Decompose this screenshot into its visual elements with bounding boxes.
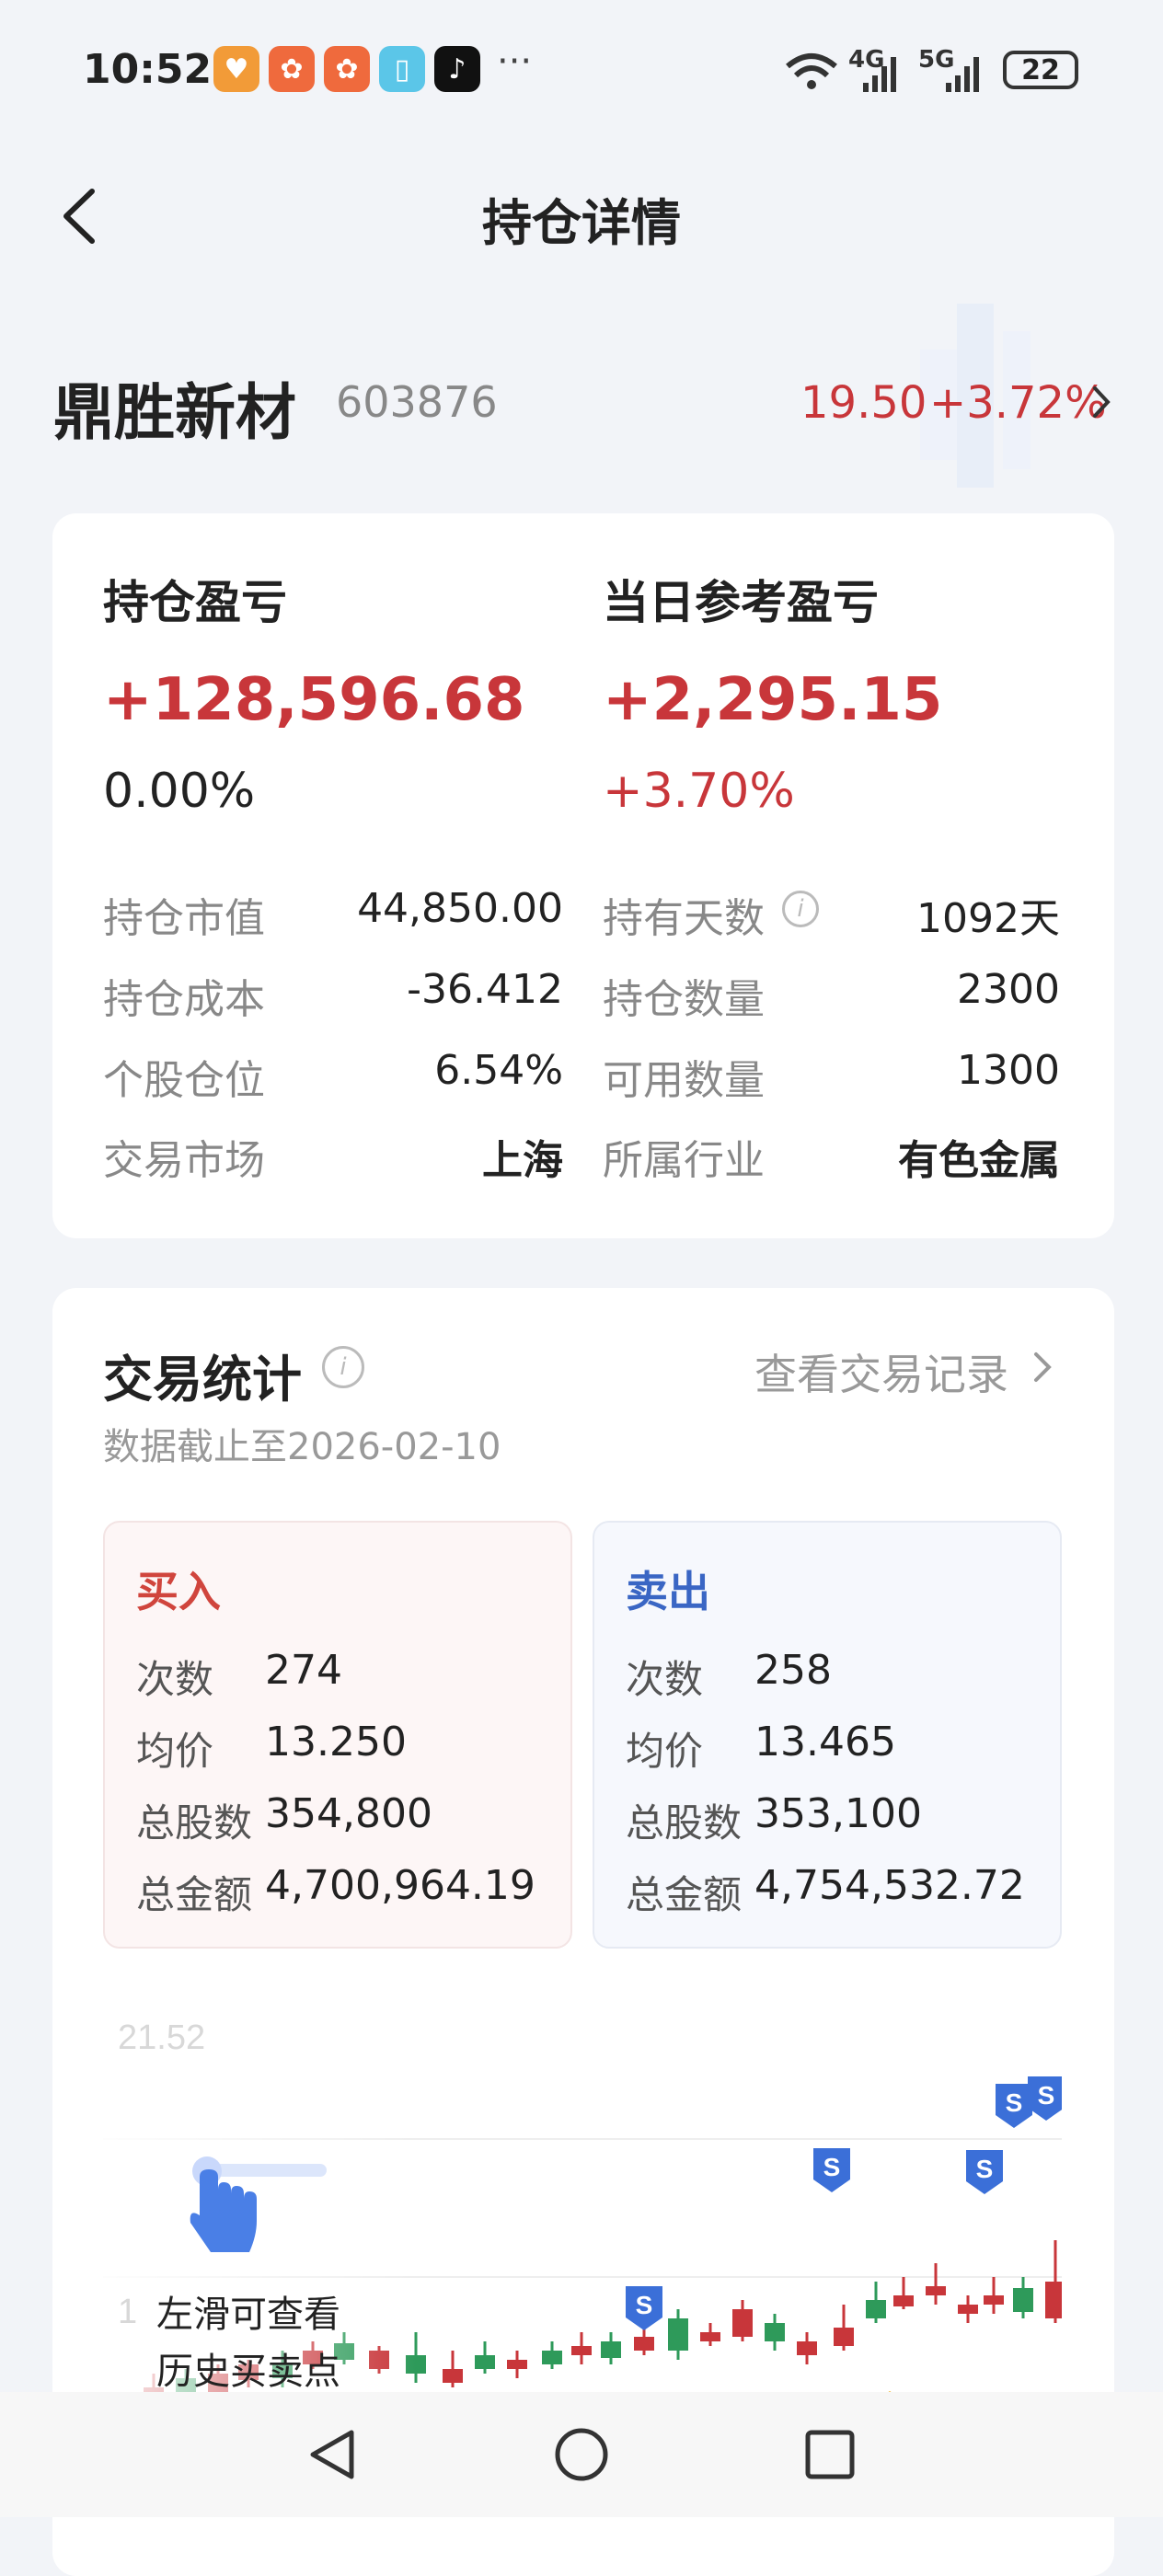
stock-code: 603876 <box>336 377 498 427</box>
daily-pl-value: +2,295.15 <box>603 666 943 734</box>
swipe-hint-text: 左滑可查看 历史买卖点 <box>156 2286 340 2400</box>
candle-body <box>668 2318 688 2351</box>
info-icon[interactable]: i <box>782 891 819 927</box>
marker-letter: S <box>976 2155 994 2183</box>
candle-body <box>926 2286 946 2295</box>
status-bar: 10:52 ♥ ✿ ✿ ▯ ♪ ··· 4G 5G 22 <box>0 0 1163 147</box>
holding-qty-value: 2300 <box>957 966 1060 1013</box>
available-qty-value: 1300 <box>957 1047 1060 1094</box>
position-ratio-label: 个股仓位 <box>103 1057 265 1104</box>
buy-shares-value: 354,800 <box>265 1790 432 1837</box>
sell-avg-label: 均价 <box>626 1729 704 1774</box>
stock-name[interactable]: 鼎胜新材 <box>53 363 296 452</box>
holding-pl-value: +128,596.68 <box>103 666 525 734</box>
candle-body <box>634 2337 654 2351</box>
candle-body <box>1013 2288 1033 2312</box>
available-qty-label: 可用数量 <box>603 1057 765 1104</box>
holding-pl-pct: 0.00% <box>103 764 256 819</box>
holding-pl-label: 持仓盈亏 <box>103 576 287 629</box>
app-grid-icon-2: ✿ <box>324 46 370 92</box>
candle-body <box>475 2355 495 2369</box>
market-value-label: 持仓市值 <box>103 895 265 942</box>
signal-5g-icon <box>946 57 979 92</box>
candle-body <box>507 2360 527 2369</box>
status-time: 10:52 <box>83 46 213 93</box>
industry-label: 所属行业 <box>603 1137 765 1184</box>
swipe-hint-line1: 左滑可查看 <box>156 2294 340 2336</box>
sell-shares-value: 353,100 <box>754 1790 922 1837</box>
candle-body <box>866 2300 886 2318</box>
holding-qty-label: 持仓数量 <box>603 976 765 1023</box>
buy-avg-label: 均价 <box>136 1729 214 1774</box>
recents-square-icon[interactable] <box>800 2425 859 2484</box>
buy-shares-label: 总股数 <box>136 1800 253 1846</box>
chart-max-label: 21.52 <box>118 2018 205 2057</box>
battery-indicator: 22 <box>1003 51 1078 89</box>
buy-count-label: 次数 <box>136 1657 214 1702</box>
market-value-text: 上海 <box>482 1137 563 1184</box>
sell-avg-value: 13.465 <box>754 1719 896 1765</box>
signal-4g-icon <box>863 57 896 92</box>
position-ratio-value: 6.54% <box>434 1047 563 1094</box>
marker-letter: S <box>823 2153 841 2181</box>
sell-count-value: 258 <box>754 1647 832 1694</box>
data-as-of: 数据截止至2026-02-10 <box>103 1426 501 1468</box>
daily-pl-pct: +3.70% <box>603 764 795 819</box>
cost-value: -36.412 <box>407 966 563 1013</box>
industry-value: 有色金属 <box>898 1137 1060 1184</box>
more-notifications-icon: ··· <box>497 40 533 83</box>
info-icon-stats[interactable]: i <box>322 1346 364 1388</box>
book-app-icon: ▯ <box>379 46 425 92</box>
buy-amount-label: 总金额 <box>136 1872 253 1917</box>
back-triangle-icon[interactable] <box>304 2425 363 2484</box>
page-title: 持仓详情 <box>482 194 681 252</box>
home-circle-icon[interactable] <box>552 2425 611 2484</box>
sell-shares-label: 总股数 <box>626 1800 743 1846</box>
app-grid-icon: ✿ <box>269 46 315 92</box>
candle-body <box>984 2295 1004 2305</box>
market-value: 44,850.00 <box>357 885 563 932</box>
marker-letter: S <box>1038 2081 1055 2110</box>
stock-price: 19.50 <box>800 377 927 429</box>
trade-stats-title: 交易统计 <box>103 1351 302 1409</box>
candle-body <box>542 2351 562 2364</box>
cost-label: 持仓成本 <box>103 976 265 1023</box>
candle-body <box>797 2341 817 2355</box>
candle-body <box>732 2309 753 2337</box>
wifi-icon <box>786 53 837 89</box>
sell-title: 卖出 <box>626 1567 710 1616</box>
buy-amount-value: 4,700,964.19 <box>265 1862 535 1909</box>
candle-body <box>834 2328 854 2346</box>
sell-count-label: 次数 <box>626 1657 704 1702</box>
marker-letter: S <box>636 2291 653 2319</box>
heart-app-icon: ♥ <box>213 46 259 92</box>
holding-days-value: 1092天 <box>916 895 1060 942</box>
view-records-chevron-icon[interactable] <box>1031 1349 1054 1386</box>
marker-letter: S <box>1006 2088 1023 2117</box>
view-records-link[interactable]: 查看交易记录 <box>754 1341 1008 1402</box>
holding-days-label: 持有天数 <box>603 895 765 942</box>
candle-body <box>601 2341 621 2358</box>
chart-low-label: 1 <box>118 2293 137 2331</box>
candle-body <box>893 2295 914 2306</box>
candle-body <box>958 2305 978 2314</box>
candle-body <box>571 2346 592 2355</box>
candle-body <box>700 2332 720 2341</box>
swipe-hand-icon <box>190 2156 327 2252</box>
buy-avg-value: 13.250 <box>265 1719 407 1765</box>
candle-body <box>443 2369 463 2383</box>
candle-body <box>1045 2282 1062 2318</box>
daily-pl-label: 当日参考盈亏 <box>603 576 879 629</box>
chevron-right-icon[interactable] <box>1088 379 1115 425</box>
buy-count-value: 274 <box>265 1647 342 1694</box>
sell-amount-value: 4,754,532.72 <box>754 1862 1025 1909</box>
sell-amount-label: 总金额 <box>626 1872 743 1917</box>
buy-title: 买入 <box>136 1567 221 1616</box>
market-label: 交易市场 <box>103 1137 265 1184</box>
stock-change-pct: +3.72% <box>929 377 1107 429</box>
candle-body <box>765 2323 785 2341</box>
tiktok-icon: ♪ <box>434 46 480 92</box>
